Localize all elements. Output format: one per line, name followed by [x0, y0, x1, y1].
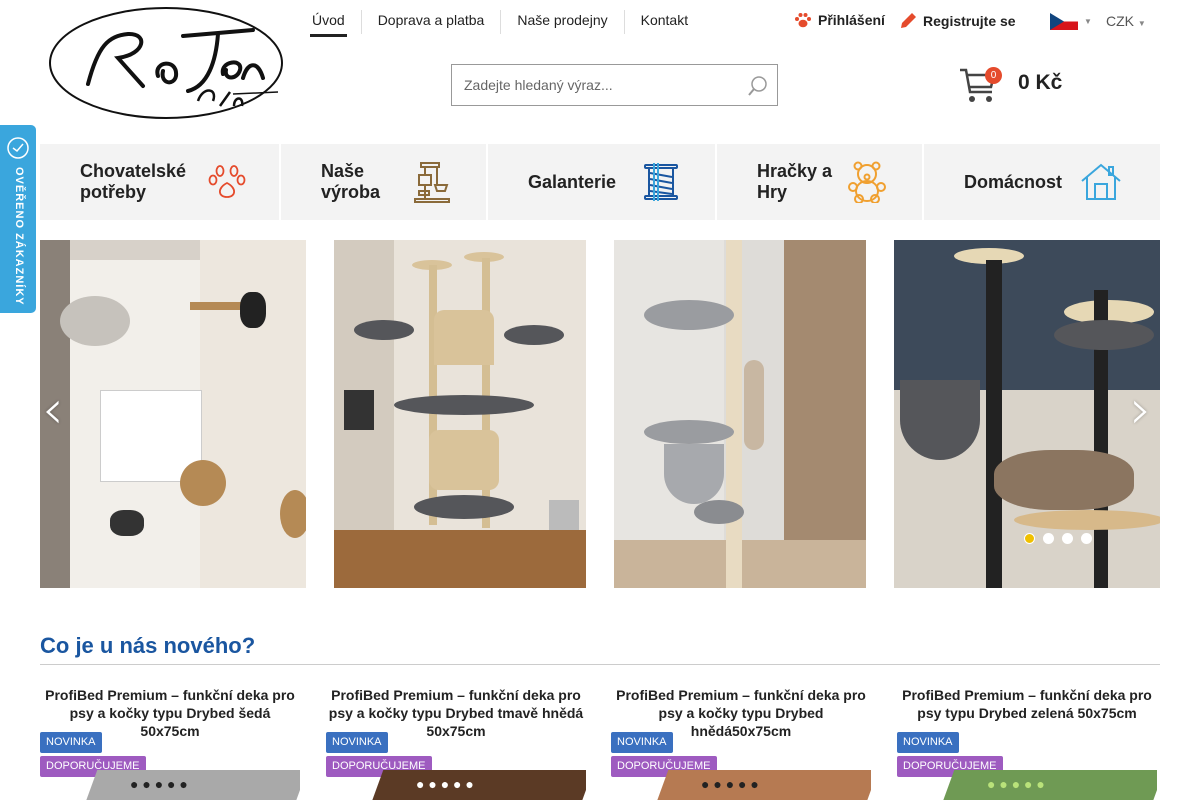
- category-label: Hračky a Hry: [757, 161, 833, 202]
- section-divider: [40, 664, 1160, 665]
- verified-seal-icon: [7, 137, 29, 159]
- nav-link-kontakt[interactable]: Kontakt: [623, 10, 704, 34]
- slide-photo-cat-tree-tower: [334, 240, 586, 588]
- product-card[interactable]: ProfiBed Premium – funkční deka pro psy …: [897, 686, 1157, 800]
- slider-next-arrow-icon[interactable]: ›: [1130, 378, 1152, 441]
- category-galanterie[interactable]: Galanterie: [488, 144, 715, 220]
- nav-link-doprava[interactable]: Doprava a platba: [360, 10, 501, 34]
- category-bar: Chovatelské potřeby Naše výroba Galanter…: [40, 144, 1160, 220]
- language-dropdown-caret-icon[interactable]: ▼: [1084, 17, 1092, 26]
- category-domacnost[interactable]: Domácnost: [924, 144, 1160, 220]
- category-label: Naše výroba: [321, 161, 381, 202]
- house-icon: [1081, 163, 1121, 200]
- slider-dot-2[interactable]: [1043, 533, 1054, 544]
- currency-caret-icon: ▼: [1137, 19, 1146, 28]
- czech-flag-icon[interactable]: [1050, 13, 1078, 30]
- slider-dot-3[interactable]: [1062, 533, 1073, 544]
- section-heading-new: Co je u nás nového?: [40, 633, 256, 658]
- category-chovatelske-potreby[interactable]: Chovatelské potřeby: [40, 144, 279, 220]
- currency-label: CZK: [1106, 13, 1134, 29]
- verified-badge-label: OVĚŘENO ZÁKAZNÍKY: [13, 167, 25, 306]
- product-image[interactable]: ● ● ● ● ●: [346, 760, 586, 800]
- paw-icon: [795, 13, 811, 28]
- slider-pagination: [1024, 533, 1092, 544]
- slider-dot-4[interactable]: [1081, 533, 1092, 544]
- tag-novinka: NOVINKA: [40, 732, 102, 753]
- currency-selector[interactable]: CZK ▼: [1106, 13, 1146, 29]
- category-hracky-a-hry[interactable]: Hračky a Hry: [717, 144, 922, 220]
- thread-spool-icon: [644, 163, 678, 201]
- login-label: Přihlášení: [818, 12, 885, 28]
- product-image[interactable]: ● ● ● ● ●: [631, 760, 871, 800]
- category-label: Chovatelské potřeby: [80, 161, 187, 202]
- nav-link-uvod[interactable]: Úvod: [310, 0, 347, 37]
- product-card[interactable]: ProfiBed Premium – funkční deka pro psy …: [326, 686, 586, 800]
- product-card[interactable]: ProfiBed Premium – funkční deka pro psy …: [40, 686, 300, 800]
- cat-tree-icon: [414, 162, 450, 203]
- slide-photo-wall-shelves: [40, 240, 306, 588]
- search-icon[interactable]: [747, 75, 769, 97]
- category-label: Domácnost: [964, 171, 1063, 192]
- product-card[interactable]: ProfiBed Premium – funkční deka pro psy …: [611, 686, 871, 800]
- tag-novinka: NOVINKA: [897, 732, 959, 753]
- login-link[interactable]: Přihlášení: [794, 12, 885, 28]
- tag-novinka: NOVINKA: [326, 732, 388, 753]
- rajen-pets-logo[interactable]: [48, 6, 286, 120]
- hero-slider: [40, 240, 1160, 588]
- nav-link-prodejny[interactable]: Naše prodejny: [500, 10, 623, 34]
- category-label: Galanterie: [528, 171, 617, 192]
- slider-dot-1[interactable]: [1024, 533, 1035, 544]
- cart-total[interactable]: 0 Kč: [1018, 71, 1062, 95]
- top-navigation: Úvod Doprava a platba Naše prodejny Kont…: [310, 0, 704, 40]
- register-label: Registrujte se: [923, 13, 1016, 29]
- search-input[interactable]: [462, 65, 746, 105]
- register-link[interactable]: Registrujte se: [899, 12, 1016, 30]
- teddy-bear-icon: [848, 161, 886, 203]
- search-box: [451, 64, 778, 106]
- category-nase-vyroba[interactable]: Naše výroba: [281, 144, 486, 220]
- cart-count-badge: 0: [985, 67, 1002, 84]
- paw-icon: [208, 165, 246, 198]
- product-image[interactable]: ● ● ● ● ●: [917, 760, 1157, 800]
- product-title[interactable]: ProfiBed Premium – funkční deka pro psy …: [897, 686, 1157, 722]
- slider-prev-arrow-icon[interactable]: ‹: [42, 378, 64, 441]
- tag-novinka: NOVINKA: [611, 732, 673, 753]
- verified-by-customers-badge[interactable]: OVĚŘENO ZÁKAZNÍKY: [0, 125, 36, 313]
- pencil-icon: [901, 13, 916, 28]
- product-image[interactable]: ● ● ● ● ●: [60, 760, 300, 800]
- slide-photo-floor-ceiling-post: [614, 240, 866, 588]
